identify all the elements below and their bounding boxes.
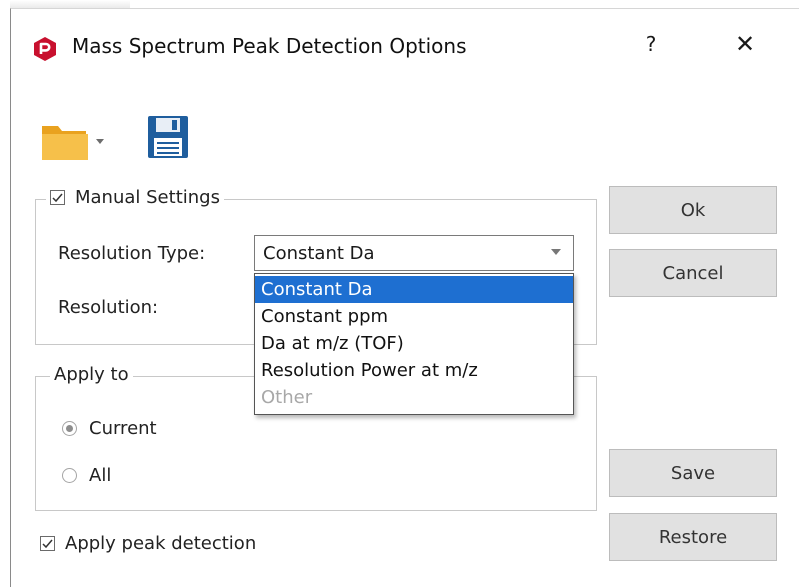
dropdown-option-constant-da[interactable]: Constant Da [255, 276, 573, 303]
help-button[interactable]: ? [636, 32, 666, 56]
apply-peak-detection-row[interactable]: Apply peak detection [40, 533, 256, 554]
apply-peak-detection-label: Apply peak detection [65, 533, 257, 554]
folder-open-icon[interactable] [40, 118, 104, 162]
dropdown-option-other: Other [261, 387, 313, 408]
dropdown-option-resolution-power[interactable]: Resolution Power at m/z [255, 357, 573, 384]
manual-settings-label: Manual Settings [75, 187, 220, 208]
apply-to-legend: Apply to [50, 364, 133, 385]
window-top-edge [10, 0, 130, 8]
dropdown-option-da-at-mz-tof[interactable]: Da at m/z (TOF) [255, 330, 573, 357]
dialog-title: Mass Spectrum Peak Detection Options [72, 34, 467, 58]
resolution-type-label: Resolution Type: [58, 243, 206, 264]
apply-to-all-label: All [89, 465, 112, 486]
apply-to-current-label: Current [89, 418, 157, 439]
close-button[interactable]: ✕ [730, 30, 760, 58]
dropdown-option-constant-ppm[interactable]: Constant ppm [255, 303, 573, 330]
resolution-type-dropdown-list: Constant Da Constant ppm Da at m/z (TOF)… [254, 273, 574, 415]
restore-button[interactable]: Restore [609, 513, 777, 561]
apply-peak-detection-checkbox[interactable] [40, 536, 55, 551]
ok-button[interactable]: Ok [609, 186, 777, 234]
radio-current-indicator [62, 421, 77, 436]
radio-all-indicator [62, 468, 77, 483]
resolution-type-value: Constant Da [263, 242, 375, 264]
manual-settings-checkbox[interactable] [50, 190, 65, 205]
resolution-type-select[interactable]: Constant Da [254, 235, 574, 271]
apply-to-all-radio[interactable]: All [62, 465, 111, 486]
apply-to-current-radio[interactable]: Current [62, 418, 157, 439]
resolution-label: Resolution: [58, 297, 159, 318]
save-button[interactable]: Save [609, 449, 777, 497]
cancel-button[interactable]: Cancel [609, 249, 777, 297]
floppy-save-icon[interactable] [146, 114, 190, 160]
app-logo-icon [34, 37, 56, 61]
chevron-down-icon [551, 249, 561, 255]
manual-settings-legend: Manual Settings [46, 187, 224, 208]
